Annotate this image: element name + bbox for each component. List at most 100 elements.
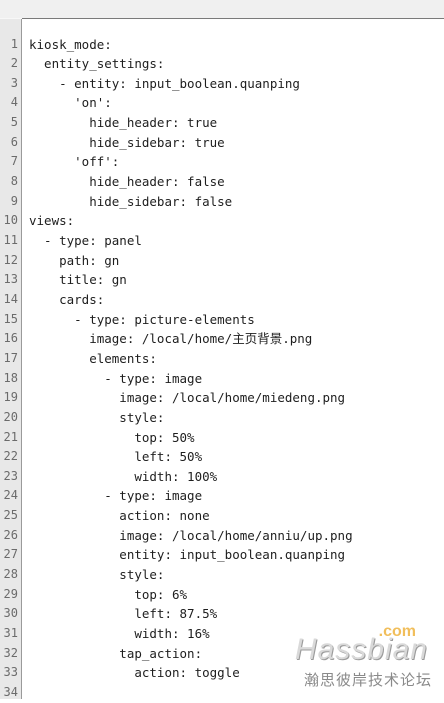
line-text[interactable]: width: 100% [29, 467, 217, 487]
line-number: 24 [3, 488, 18, 503]
line-text[interactable]: image: /local/home/miedeng.png [29, 388, 345, 408]
code-line[interactable]: 19 image: /local/home/miedeng.png [0, 388, 444, 408]
line-number: 4 [10, 95, 18, 110]
code-line[interactable]: 31 width: 16% [0, 624, 444, 644]
line-text[interactable]: left: 50% [29, 447, 202, 467]
line-text[interactable]: action: toggle [29, 663, 239, 683]
line-text[interactable]: image: /local/home/anniu/up.png [29, 526, 352, 546]
line-number: 23 [3, 468, 18, 483]
line-number: 34 [3, 684, 18, 699]
code-line[interactable]: 29 top: 6% [0, 585, 444, 605]
line-text[interactable]: hide_sidebar: false [29, 192, 232, 212]
line-text[interactable]: hide_header: true [29, 113, 217, 133]
line-number: 20 [3, 409, 18, 424]
code-line[interactable]: 5 hide_header: true [0, 113, 444, 133]
line-text[interactable]: tap_action: [29, 644, 202, 664]
line-number: 12 [3, 252, 18, 267]
line-text[interactable]: 'off': [29, 152, 119, 172]
line-text[interactable]: views: [29, 211, 74, 231]
line-number: 17 [3, 350, 18, 365]
line-text[interactable]: style: [29, 565, 164, 585]
code-editor: 1 kiosk_mode: 2 entity_settings: 3 - entity… [0, 0, 444, 699]
code-line[interactable]: 15 - type: picture-elements [0, 310, 444, 330]
line-number: 28 [3, 567, 18, 582]
line-number: 19 [3, 390, 18, 405]
line-number: 3 [10, 75, 18, 90]
line-number: 14 [3, 291, 18, 306]
code-line[interactable]: 6 hide_sidebar: true [0, 133, 444, 153]
line-text[interactable]: - type: image [29, 369, 202, 389]
line-text[interactable]: image: /local/home/主页背景.png [29, 329, 312, 349]
line-text[interactable]: left: 87.5% [29, 604, 217, 624]
line-text[interactable]: 'on': [29, 93, 112, 113]
line-number: 9 [10, 193, 18, 208]
line-number: 29 [3, 586, 18, 601]
line-text[interactable]: width: 16% [29, 624, 209, 644]
code-line[interactable]: 12 path: gn [0, 251, 444, 271]
code-line[interactable]: 27 entity: input_boolean.quanping [0, 545, 444, 565]
line-text[interactable]: - type: picture-elements [29, 310, 255, 330]
line-number: 7 [10, 154, 18, 169]
code-line[interactable]: 21 top: 50% [0, 428, 444, 448]
line-number: 30 [3, 606, 18, 621]
line-number: 26 [3, 527, 18, 542]
code-line[interactable]: 32 tap_action: [0, 644, 444, 664]
code-line[interactable]: 24 - type: image [0, 486, 444, 506]
line-text[interactable]: entity_settings: [29, 54, 164, 74]
line-text[interactable]: - entity: input_boolean.quanping [29, 74, 300, 94]
code-line[interactable]: 30 left: 87.5% [0, 604, 444, 624]
code-line[interactable]: 17 elements: [0, 349, 444, 369]
code-line[interactable]: 7 'off': [0, 152, 444, 172]
code-line[interactable]: 28 style: [0, 565, 444, 585]
line-number: 2 [10, 56, 18, 71]
line-text[interactable]: top: 6% [29, 585, 187, 605]
line-number: 5 [10, 115, 18, 130]
line-number: 10 [3, 213, 18, 228]
line-number: 16 [3, 331, 18, 346]
code-line[interactable]: 20 style: [0, 408, 444, 428]
line-number: 11 [3, 233, 18, 247]
line-text[interactable]: cards: [29, 290, 104, 310]
line-text[interactable]: action: none [29, 506, 209, 526]
line-text[interactable]: title: gn [29, 270, 127, 290]
code-line[interactable]: 18 - type: image [0, 369, 444, 389]
line-text[interactable]: path: gn [29, 251, 119, 271]
line-number: 13 [3, 272, 18, 287]
line-text[interactable]: - type: panel [29, 231, 142, 251]
line-number: 31 [3, 626, 18, 640]
line-number: 32 [3, 645, 18, 660]
line-number: 25 [3, 508, 18, 523]
line-text[interactable]: entity: input_boolean.quanping [29, 545, 345, 565]
code-line[interactable]: 22 left: 50% [0, 447, 444, 467]
code-line[interactable]: 14 cards: [0, 290, 444, 310]
code-line[interactable]: 8 hide_header: false [0, 172, 444, 192]
code-line[interactable]: 4 'on': [0, 93, 444, 113]
code-line[interactable]: 1 kiosk_mode: [0, 35, 444, 55]
code-line[interactable]: 11 - type: panel [0, 231, 444, 251]
code-line[interactable]: 13 title: gn [0, 270, 444, 290]
line-text[interactable]: - type: image [29, 486, 202, 506]
line-text[interactable]: elements: [29, 349, 157, 369]
code-line[interactable]: 33 action: toggle [0, 663, 444, 683]
line-number: 18 [3, 370, 18, 385]
line-number: 21 [3, 429, 18, 444]
code-line[interactable]: 26 image: /local/home/anniu/up.png [0, 526, 444, 546]
code-line[interactable]: 23 width: 100% [0, 467, 444, 487]
line-text[interactable]: style: [29, 408, 164, 428]
line-number: 27 [3, 547, 18, 562]
line-text[interactable]: hide_sidebar: true [29, 133, 224, 153]
line-number: 15 [3, 311, 18, 326]
line-text[interactable]: kiosk_mode: [29, 35, 112, 55]
line-text[interactable]: top: 50% [29, 428, 194, 448]
code-line[interactable]: 2 entity_settings: [0, 54, 444, 74]
code-line[interactable]: 34 [0, 683, 444, 703]
code-line[interactable]: 16 image: /local/home/主页背景.png [0, 329, 444, 349]
line-number: 22 [3, 449, 18, 464]
code-line[interactable]: 10 views: [0, 211, 444, 231]
code-line[interactable]: 9 hide_sidebar: false [0, 192, 444, 212]
code-line[interactable]: 3 - entity: input_boolean.quanping [0, 74, 444, 94]
code-line[interactable]: 25 action: none [0, 506, 444, 526]
line-number: 8 [10, 174, 18, 189]
editor-top-bar [0, 0, 444, 18]
line-text[interactable]: hide_header: false [29, 172, 224, 192]
